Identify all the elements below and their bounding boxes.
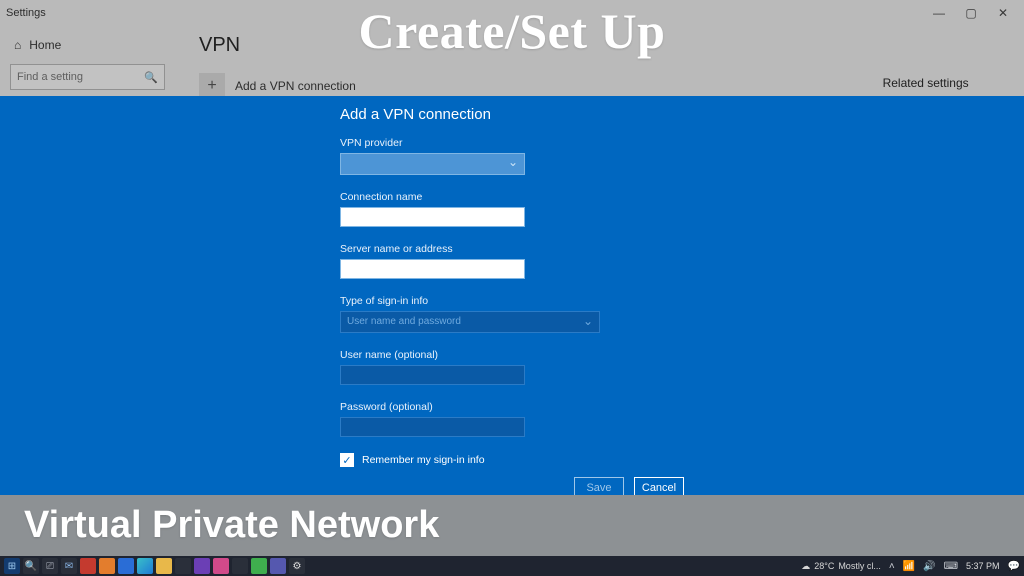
username-label: User name (optional) bbox=[340, 349, 660, 361]
taskbar-search-icon[interactable]: 🔍 bbox=[23, 558, 39, 574]
taskbar-app-2[interactable] bbox=[232, 558, 248, 574]
teams-icon[interactable] bbox=[270, 558, 286, 574]
settings-taskbar-icon[interactable]: ⚙ bbox=[289, 558, 305, 574]
search-icon: 🔍 bbox=[144, 71, 158, 84]
page-title: VPN bbox=[199, 34, 1000, 57]
taskbar-app-orange[interactable] bbox=[99, 558, 115, 574]
close-button[interactable]: ✕ bbox=[996, 6, 1010, 20]
signin-type-label: Type of sign-in info bbox=[340, 295, 660, 307]
dialog-title: Add a VPN connection bbox=[340, 106, 660, 123]
taskbar-right: ☁ 28°C Mostly cl... ˄ 📶 🔊 ⌨ 5:37 PM 💬 bbox=[801, 561, 1020, 572]
tray-language-icon[interactable]: ⌨ bbox=[944, 561, 958, 572]
username-input[interactable] bbox=[340, 365, 525, 385]
related-heading: Related settings bbox=[883, 76, 1000, 90]
taskbar-app-green[interactable] bbox=[251, 558, 267, 574]
taskbar-left: ⊞ 🔍 ⎚ ✉ ⚙ bbox=[4, 558, 305, 574]
add-vpn-label: Add a VPN connection bbox=[235, 79, 356, 93]
remember-label: Remember my sign-in info bbox=[362, 454, 485, 466]
mail-icon[interactable]: ✉ bbox=[61, 558, 77, 574]
home-label: Home bbox=[29, 38, 61, 52]
cancel-button[interactable]: Cancel bbox=[634, 477, 684, 499]
minimize-button[interactable]: — bbox=[932, 6, 946, 20]
weather-desc: Mostly cl... bbox=[838, 561, 881, 571]
find-setting-search[interactable]: Find a setting 🔍 bbox=[10, 64, 165, 90]
window-controls: — ▢ ✕ bbox=[932, 6, 1018, 20]
vpn-provider-label: VPN provider bbox=[340, 137, 660, 149]
remember-signin-checkbox[interactable]: ✓ Remember my sign-in info bbox=[340, 453, 660, 467]
taskbar-app-red[interactable] bbox=[80, 558, 96, 574]
maximize-button[interactable]: ▢ bbox=[964, 6, 978, 20]
file-explorer-icon[interactable] bbox=[156, 558, 172, 574]
taskbar-app-1[interactable] bbox=[175, 558, 191, 574]
screen: Settings — ▢ ✕ ⌂ Home Find a setting 🔍 N… bbox=[0, 0, 1024, 576]
tray-network-icon[interactable]: 📶 bbox=[903, 561, 915, 572]
task-view-icon[interactable]: ⎚ bbox=[42, 558, 58, 574]
tray-volume-icon[interactable]: 🔊 bbox=[923, 561, 935, 572]
taskbar-clock[interactable]: 5:37 PM bbox=[966, 561, 1000, 571]
vpn-provider-select[interactable] bbox=[340, 153, 525, 175]
taskbar-app-pink[interactable] bbox=[213, 558, 229, 574]
weather-widget[interactable]: ☁ 28°C Mostly cl... bbox=[801, 561, 881, 572]
server-address-input[interactable] bbox=[340, 259, 525, 279]
find-setting-placeholder: Find a setting bbox=[17, 71, 83, 83]
taskbar-app-blue[interactable] bbox=[118, 558, 134, 574]
checkbox-checked-icon: ✓ bbox=[340, 453, 354, 467]
notifications-icon[interactable]: 💬 bbox=[1008, 561, 1020, 572]
taskbar-app-purple[interactable] bbox=[194, 558, 210, 574]
signin-type-value: User name and password bbox=[347, 316, 461, 327]
add-vpn-dialog: Add a VPN connection VPN provider Connec… bbox=[0, 96, 1024, 515]
password-input[interactable] bbox=[340, 417, 525, 437]
connection-name-label: Connection name bbox=[340, 191, 660, 203]
window-title: Settings bbox=[6, 7, 46, 19]
home-icon: ⌂ bbox=[14, 38, 21, 52]
connection-name-input[interactable] bbox=[340, 207, 525, 227]
password-label: Password (optional) bbox=[340, 401, 660, 413]
signin-type-select[interactable]: User name and password bbox=[340, 311, 600, 333]
window-titlebar: Settings — ▢ ✕ bbox=[0, 0, 1024, 26]
tray-chevron-icon[interactable]: ˄ bbox=[889, 561, 895, 572]
weather-temp: 28°C bbox=[814, 561, 834, 571]
edge-browser-icon[interactable] bbox=[137, 558, 153, 574]
start-button[interactable]: ⊞ bbox=[4, 558, 20, 574]
weather-icon: ☁ bbox=[801, 561, 810, 572]
save-button[interactable]: Save bbox=[574, 477, 624, 499]
taskbar: ⊞ 🔍 ⎚ ✉ ⚙ ☁ 28°C Mostly cl... ˄ 📶 bbox=[0, 556, 1024, 576]
sidebar-item-home[interactable]: ⌂ Home bbox=[0, 32, 175, 58]
server-address-label: Server name or address bbox=[340, 243, 660, 255]
